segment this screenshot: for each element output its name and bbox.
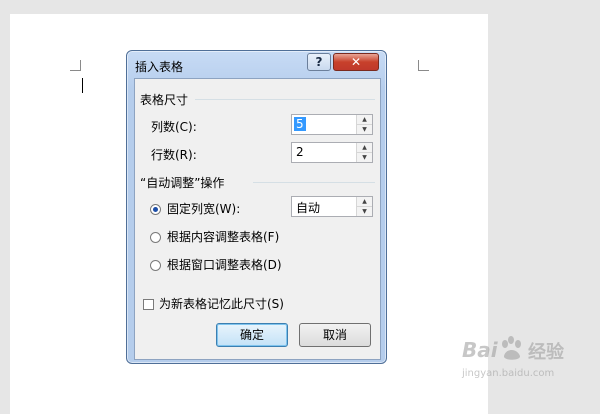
autofit-content-label[interactable]: 根据内容调整表格(F): [167, 228, 279, 245]
watermark-brand: Bai: [462, 338, 498, 362]
columns-value[interactable]: 5: [294, 117, 306, 131]
cancel-button[interactable]: 取消: [299, 323, 371, 347]
fixed-width-value[interactable]: 自动: [296, 199, 320, 216]
remember-size-checkbox[interactable]: [143, 299, 154, 310]
group-divider: [253, 182, 375, 183]
rows-label: 行数(R):: [151, 148, 197, 162]
ok-button[interactable]: 确定: [216, 323, 288, 347]
columns-up-arrow-icon[interactable]: ▲: [357, 115, 372, 125]
remember-size-label[interactable]: 为新表格记忆此尺寸(S): [159, 295, 284, 312]
watermark-suffix: 经验: [528, 342, 564, 363]
watermark-url: jingyan.baidu.com: [462, 368, 555, 379]
crop-mark-top-left: [70, 60, 81, 71]
columns-down-arrow-icon[interactable]: ▼: [357, 125, 372, 134]
group-divider: [195, 99, 375, 100]
fixed-width-radio[interactable]: [150, 204, 161, 215]
baidu-jingyan-watermark: Bai 经验 jingyan.baidu.com: [462, 334, 582, 390]
radio-selected-dot: [153, 207, 158, 212]
autofit-window-label[interactable]: 根据窗口调整表格(D): [167, 256, 282, 273]
columns-spinner[interactable]: 5 ▲ ▼: [291, 114, 373, 135]
insert-table-dialog: 插入表格 ? ✕ 表格尺寸 列数(C): 5 ▲ ▼ 行数(R): 2 ▲ ▼ …: [126, 50, 387, 364]
rows-spinner[interactable]: 2 ▲ ▼: [291, 142, 373, 163]
close-button[interactable]: ✕: [333, 53, 379, 71]
rows-up-arrow-icon[interactable]: ▲: [357, 143, 372, 153]
columns-label: 列数(C):: [151, 120, 197, 134]
rows-down-arrow-icon[interactable]: ▼: [357, 153, 372, 162]
crop-mark-top-right: [418, 60, 429, 71]
fixed-width-down-arrow-icon[interactable]: ▼: [357, 207, 372, 216]
size-group-title: 表格尺寸: [140, 93, 189, 107]
autofit-group-title: “自动调整”操作: [140, 176, 225, 190]
autofit-content-radio[interactable]: [150, 232, 161, 243]
fixed-width-up-arrow-icon[interactable]: ▲: [357, 197, 372, 207]
help-button[interactable]: ?: [307, 53, 331, 71]
fixed-width-spinner[interactable]: 自动 ▲ ▼: [291, 196, 373, 217]
dialog-title: 插入表格: [135, 60, 184, 74]
text-cursor: [82, 78, 83, 93]
rows-value[interactable]: 2: [296, 145, 304, 159]
fixed-width-label[interactable]: 固定列宽(W):: [167, 200, 240, 217]
dialog-body: 表格尺寸 列数(C): 5 ▲ ▼ 行数(R): 2 ▲ ▼ “自动调整”操作 …: [134, 78, 381, 360]
autofit-window-radio[interactable]: [150, 260, 161, 271]
paw-icon: [502, 336, 521, 360]
